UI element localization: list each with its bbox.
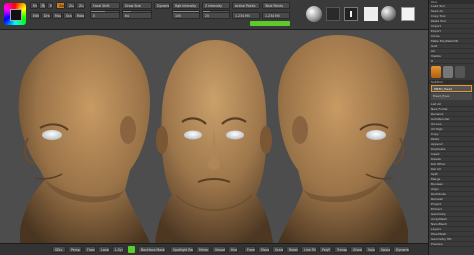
top-toolbar: Mrgb Rgb M Zadd Zsub Zcut Focal Shift Dr… (0, 0, 474, 30)
move-button[interactable]: Move (52, 12, 62, 19)
tool-thumbnails (429, 64, 474, 80)
total-points-value: 1.234 Mil (262, 12, 290, 19)
draw-size-value: 64 (122, 12, 152, 19)
alpha-square-icon[interactable] (344, 7, 358, 21)
focal-shift-value: 0 (90, 12, 120, 19)
move-view-button[interactable]: Move (258, 246, 270, 253)
tool-section-item[interactable]: Preview (429, 242, 474, 247)
zcut-button[interactable]: Zcut (76, 2, 85, 9)
head-front-view (155, 40, 273, 243)
zadd-button[interactable]: Zadd (56, 2, 65, 9)
smooth-button[interactable]: Smooth (212, 246, 226, 253)
transp-button[interactable]: Transp (334, 246, 348, 253)
persp-button[interactable]: Persp (68, 246, 82, 253)
subtool-actions: List All New Folder Rename AutoReorder All L… (429, 102, 474, 212)
tool-thumbnail-alt-icon[interactable] (443, 66, 453, 78)
lsym-button[interactable]: L.Sym (112, 246, 124, 253)
hue-button[interactable]: Hue (228, 246, 238, 253)
scale-button[interactable]: Scale (63, 12, 73, 19)
rotate-button[interactable]: Rotate (74, 12, 85, 19)
solo-button[interactable]: Solo (365, 246, 376, 253)
polyf-button[interactable]: PolyF (319, 246, 332, 253)
head-right-view (278, 35, 410, 243)
color-picker-icon[interactable] (4, 3, 26, 25)
scale-view-button[interactable]: Scale (272, 246, 284, 253)
subtool-list: PM3D_Head Head_Eyes (429, 84, 474, 102)
material-sphere-icon[interactable] (381, 6, 396, 21)
z-intensity-label: Z Intensity (202, 2, 230, 9)
subtool-item[interactable]: Head_Eyes (431, 93, 472, 100)
edit-button[interactable]: Edit (30, 12, 40, 19)
xpose-button[interactable]: Xpose (378, 246, 391, 253)
zsub-button[interactable]: Zsub (66, 2, 75, 9)
ghost-button[interactable]: Ghost (350, 246, 363, 253)
toggle-on-icon[interactable] (128, 246, 135, 253)
mrgb-button[interactable]: Mrgb (30, 2, 38, 9)
dynamic-button[interactable]: Dynamic (154, 2, 170, 9)
tool-thumbnail-alt2-icon[interactable] (455, 66, 465, 78)
rgb-intensity-value: 100 (172, 12, 200, 19)
progress-indicator (250, 21, 290, 26)
draw-button[interactable]: Draw (41, 12, 51, 19)
z-intensity-value: 25 (202, 12, 230, 19)
total-points-readout: Total Points (262, 2, 290, 9)
local-button[interactable]: Local (98, 246, 110, 253)
frame-button[interactable]: Frame (244, 246, 256, 253)
floor-button[interactable]: Floor (84, 246, 96, 253)
sdiv-button[interactable]: SDiv (52, 246, 66, 253)
viewport-canvas (18, 35, 410, 243)
color-white-icon[interactable] (401, 7, 415, 21)
tool-thumbnail-icon[interactable] (431, 66, 441, 78)
backface-mask-button[interactable]: Backface Mask (138, 246, 166, 253)
tool-actions: Load Tool Save As Copy Tool Paste Tool Impor… (429, 4, 474, 64)
subtool-item[interactable]: PM3D_Head (431, 85, 472, 92)
tool-sections: Geometry ArrayMesh NanoMesh Layers FiberMesh… (429, 212, 474, 247)
rgb-button[interactable]: Rgb (39, 2, 46, 9)
active-points-value: 1.234 Mil (232, 12, 260, 19)
texture-white-icon[interactable] (364, 7, 378, 21)
spotlight-radius-button[interactable]: Spotlight Radius (170, 246, 194, 253)
mirror-button[interactable]: Mirror (196, 246, 210, 253)
m-button[interactable]: M (47, 2, 53, 9)
tool-palette: Tool Load Tool Save As Copy Tool Paste Tool… (428, 0, 474, 255)
head-left-view (18, 35, 150, 243)
dynamic-view-button[interactable]: Dynamic (393, 246, 410, 253)
rotate-view-button[interactable]: Rotate (286, 246, 299, 253)
draw-size-label: Draw Size (122, 2, 152, 9)
rgb-intensity-label: Rgb Intensity (172, 2, 200, 9)
line-fill-button[interactable]: Line Fill (301, 246, 317, 253)
document-viewport[interactable] (0, 30, 428, 243)
bottom-shelf: SDiv Persp Floor Local L.Sym Backface Ma… (0, 243, 428, 255)
stroke-dots-icon[interactable] (326, 7, 340, 21)
active-points-readout: Active Points (232, 2, 260, 9)
focal-shift-label: Focal Shift (90, 2, 120, 9)
brush-sphere-icon[interactable] (306, 6, 322, 22)
